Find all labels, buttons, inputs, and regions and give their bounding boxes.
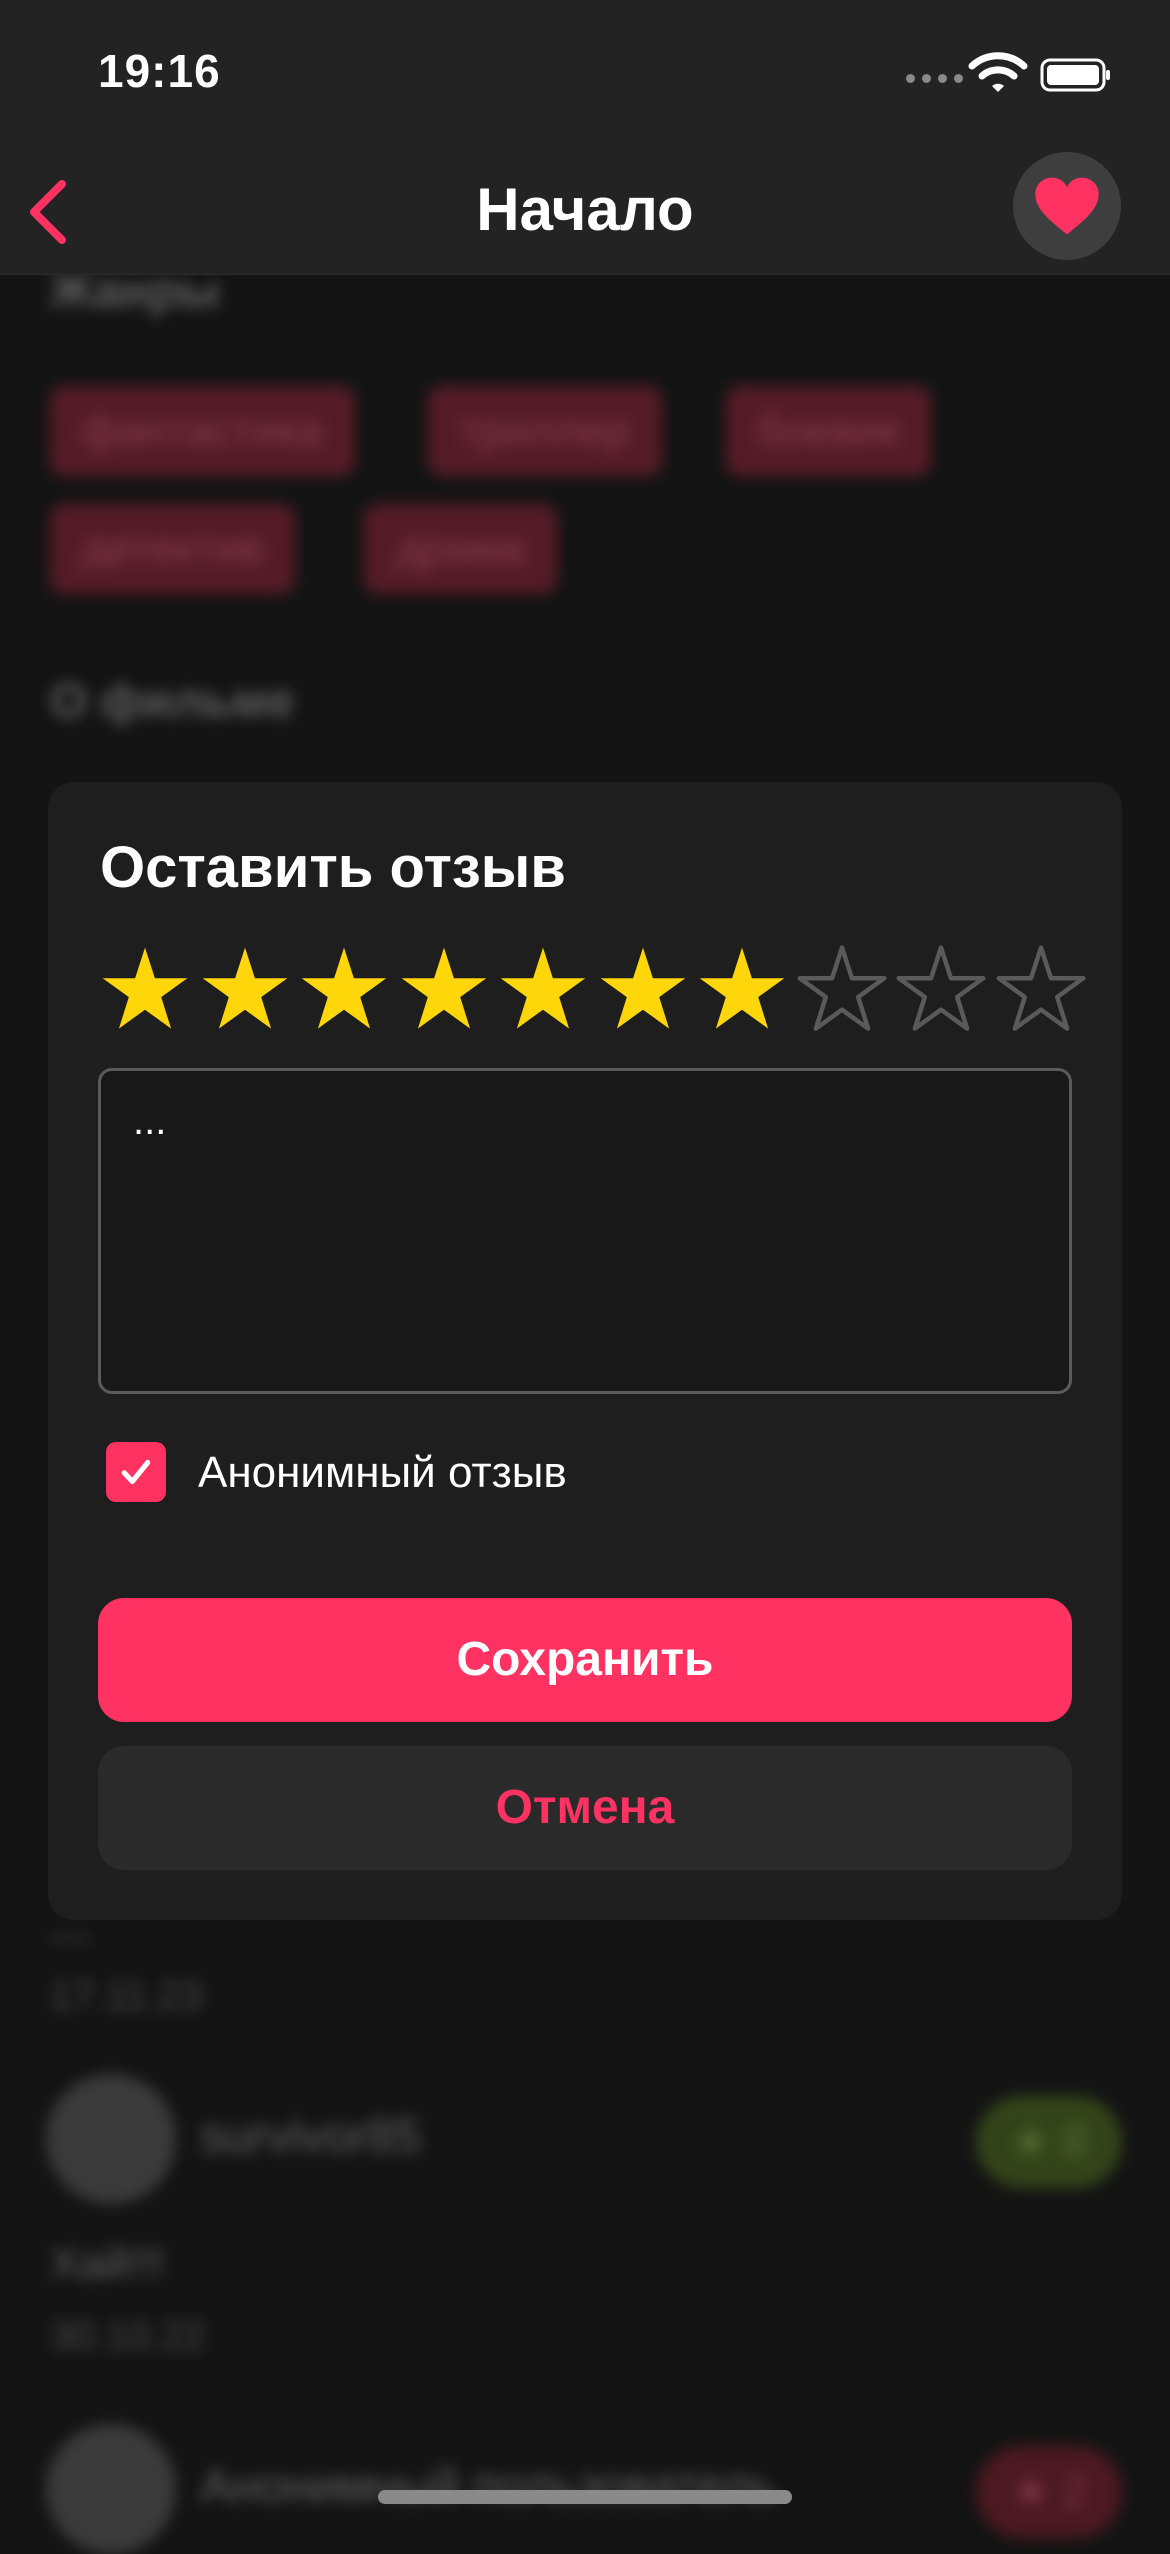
genre-chip: фантастика	[50, 386, 355, 476]
genre-chip: боевик	[726, 386, 932, 476]
dialog-title: Оставить отзыв	[100, 835, 566, 900]
review-text: Хай!!!	[50, 2239, 166, 2288]
star-empty-icon[interactable]	[995, 944, 1086, 1034]
star-filled-icon[interactable]	[100, 944, 190, 1034]
home-indicator	[378, 2490, 792, 2504]
status-bar: 19:16	[0, 0, 1170, 150]
review-date: 30.10.22	[50, 2314, 206, 2358]
page-title: Начало	[476, 176, 694, 243]
star-filled-icon[interactable]	[697, 944, 787, 1034]
genre-chip: триллер	[428, 386, 662, 476]
rating-badge: ★ 8	[976, 2096, 1122, 2188]
navigation-bar: Начало	[0, 150, 1170, 275]
battery-icon	[1040, 58, 1110, 92]
rating-badge: ★ 2	[976, 2446, 1122, 2538]
review-input[interactable]: ...	[98, 1068, 1072, 1394]
star-filled-icon[interactable]	[299, 944, 389, 1034]
cancel-button[interactable]: Отмена	[98, 1746, 1072, 1870]
status-time: 19:16	[98, 45, 221, 97]
genre-chip: драма	[364, 504, 558, 594]
wifi-icon	[968, 52, 1028, 92]
signal-icon	[906, 74, 964, 84]
review-author: Анонимный пользователь	[200, 2460, 776, 2513]
anonymous-checkbox[interactable]	[106, 1442, 166, 1502]
star-filled-icon[interactable]	[598, 944, 688, 1034]
rating-stars	[100, 944, 1110, 1034]
heart-icon	[1035, 177, 1099, 235]
favorite-button[interactable]	[1013, 152, 1121, 260]
review-text: —	[50, 1914, 90, 1958]
star-empty-icon[interactable]	[796, 944, 887, 1034]
checkmark-icon	[121, 1459, 151, 1485]
review-author: survivor85	[200, 2110, 422, 2163]
star-filled-icon[interactable]	[498, 944, 588, 1034]
avatar	[46, 2424, 176, 2554]
star-filled-icon[interactable]	[200, 944, 290, 1034]
review-date: 17.11.23	[50, 1974, 203, 2018]
save-button[interactable]: Сохранить	[98, 1598, 1072, 1722]
review-dialog: Оставить отзыв ... Анонимный отзыв Сохра…	[48, 782, 1122, 1920]
avatar	[46, 2074, 176, 2204]
star-empty-icon[interactable]	[896, 944, 986, 1034]
about-heading: О фильме	[50, 675, 295, 728]
anonymous-label: Анонимный отзыв	[198, 1448, 567, 1497]
genre-chip: детектив	[50, 504, 295, 594]
star-filled-icon[interactable]	[399, 944, 489, 1034]
